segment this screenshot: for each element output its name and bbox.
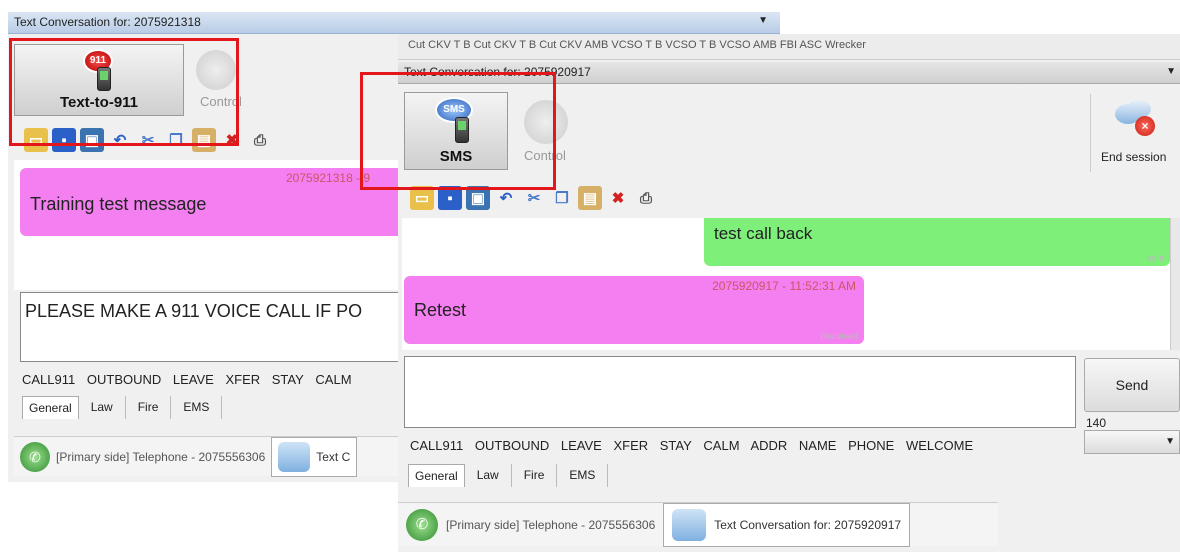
tab-fire[interactable]: Fire bbox=[126, 396, 172, 419]
left-message-text: Training test message bbox=[30, 194, 207, 214]
right-delete-icon[interactable]: ✖ bbox=[606, 186, 630, 210]
print-icon[interactable]: ⎙ bbox=[248, 128, 272, 152]
right-print-icon[interactable]: ⎙ bbox=[634, 186, 658, 210]
right-telephone-icon: ✆ bbox=[406, 508, 438, 541]
quick-text-dropdown[interactable]: ▼ bbox=[1084, 430, 1180, 454]
left-message-meta: 2075921318 - 9 bbox=[286, 171, 371, 185]
left-status-bar: ✆ [Primary side] Telephone - 2075556306 … bbox=[14, 436, 410, 477]
right-paste-icon[interactable]: ▤ bbox=[578, 186, 602, 210]
character-count: 140 bbox=[1086, 416, 1107, 430]
right-chat-bubbles-icon bbox=[672, 508, 707, 541]
right-quick-text-phone[interactable]: PHONE bbox=[848, 438, 894, 453]
chat-bubbles-icon bbox=[278, 441, 311, 472]
title-dropdown-arrow-icon[interactable]: ▼ bbox=[758, 15, 768, 26]
right-tab-general[interactable]: General bbox=[408, 464, 465, 487]
left-input-value: PLEASE MAKE A 911 VOICE CALL IF PO bbox=[25, 301, 363, 321]
right-quick-text-leave[interactable]: LEAVE bbox=[561, 438, 602, 453]
right-window-header-fragment: Cut CKV T B Cut CKV T B Cut CKV AMB VCSO… bbox=[398, 34, 1180, 60]
right-received-message: 2075920917 - 11:52:31 AM Retest Received bbox=[404, 276, 864, 344]
sent-message-text: test call back bbox=[714, 224, 813, 243]
right-text-conversation-tab[interactable]: Text Conversation for: 2075920917 bbox=[663, 502, 911, 547]
right-text-tab-label: Text Conversation for: 2075920917 bbox=[714, 517, 902, 532]
right-quick-text-addr[interactable]: ADDR bbox=[750, 438, 787, 453]
sent-message-status: sent bbox=[1146, 253, 1164, 263]
received-message-status: Received bbox=[820, 331, 858, 341]
send-label: Send bbox=[1115, 377, 1149, 393]
end-session-button[interactable]: × End session bbox=[1090, 94, 1180, 172]
right-category-tabs: General Law Fire EMS bbox=[408, 464, 609, 487]
right-tab-ems[interactable]: EMS bbox=[557, 464, 609, 487]
right-primary-telephone[interactable]: [Primary side] Telephone - 2075556306 bbox=[446, 518, 655, 532]
right-quick-text-stay[interactable]: STAY bbox=[660, 438, 692, 453]
received-message-text: Retest bbox=[414, 300, 467, 320]
tab-ems[interactable]: EMS bbox=[171, 396, 223, 419]
tab-law[interactable]: Law bbox=[79, 396, 126, 419]
unit-button-strip: Cut CKV T B Cut CKV T B Cut CKV AMB VCSO… bbox=[408, 39, 866, 51]
sms-highlight-box bbox=[360, 72, 556, 190]
right-quick-text-call911[interactable]: CALL911 bbox=[410, 438, 463, 453]
quick-text-stay[interactable]: STAY bbox=[272, 372, 304, 387]
message-scrollbar[interactable] bbox=[1170, 218, 1180, 350]
end-session-label: End session bbox=[1101, 150, 1167, 164]
right-tab-fire[interactable]: Fire bbox=[512, 464, 558, 487]
left-title-bar-extension: Text Conversation for: 2075921318 ▼ bbox=[8, 12, 780, 34]
right-quick-text-welcome[interactable]: WELCOME bbox=[906, 438, 973, 453]
tab-general[interactable]: General bbox=[22, 396, 79, 419]
right-quick-text-xfer[interactable]: XFER bbox=[613, 438, 648, 453]
right-sent-message: test call back sent bbox=[704, 218, 1170, 266]
right-status-bar: ✆ [Primary side] Telephone - 2075556306 … bbox=[398, 502, 998, 547]
left-primary-telephone[interactable]: [Primary side] Telephone - 2075556306 bbox=[56, 450, 265, 464]
left-quick-text-bar: CALL911 OUTBOUND LEAVE XFER STAY CALM bbox=[22, 372, 360, 387]
left-message-input[interactable]: PLEASE MAKE A 911 VOICE CALL IF PO bbox=[20, 292, 410, 362]
end-session-icon: × bbox=[1115, 100, 1155, 136]
received-message-meta: 2075920917 - 11:52:31 AM bbox=[712, 279, 856, 293]
right-quick-text-outbound[interactable]: OUTBOUND bbox=[475, 438, 549, 453]
send-button[interactable]: Send bbox=[1084, 358, 1180, 412]
left-text-tab-label: Text C bbox=[316, 449, 351, 464]
quick-text-call911[interactable]: CALL911 bbox=[22, 372, 75, 387]
quick-text-outbound[interactable]: OUTBOUND bbox=[87, 372, 161, 387]
left-text-conversation-tab[interactable]: Text C bbox=[271, 436, 358, 477]
telephone-icon: ✆ bbox=[20, 441, 50, 472]
right-message-input[interactable] bbox=[404, 356, 1076, 428]
quick-text-calm[interactable]: CALM bbox=[315, 372, 351, 387]
quick-text-dropdown-arrow-icon: ▼ bbox=[1165, 436, 1175, 447]
right-quick-text-bar: CALL911 OUTBOUND LEAVE XFER STAY CALM AD… bbox=[410, 438, 981, 453]
right-tab-law[interactable]: Law bbox=[465, 464, 512, 487]
quick-text-leave[interactable]: LEAVE bbox=[173, 372, 214, 387]
left-category-tabs: General Law Fire EMS bbox=[22, 396, 223, 419]
right-quick-text-name[interactable]: NAME bbox=[799, 438, 837, 453]
quick-text-xfer[interactable]: XFER bbox=[225, 372, 260, 387]
right-quick-text-calm[interactable]: CALM bbox=[703, 438, 739, 453]
left-window-title-text: Text Conversation for: 2075921318 bbox=[14, 15, 201, 29]
text-to-911-highlight-box bbox=[9, 38, 239, 146]
right-title-dropdown-arrow-icon[interactable]: ▼ bbox=[1166, 66, 1176, 77]
